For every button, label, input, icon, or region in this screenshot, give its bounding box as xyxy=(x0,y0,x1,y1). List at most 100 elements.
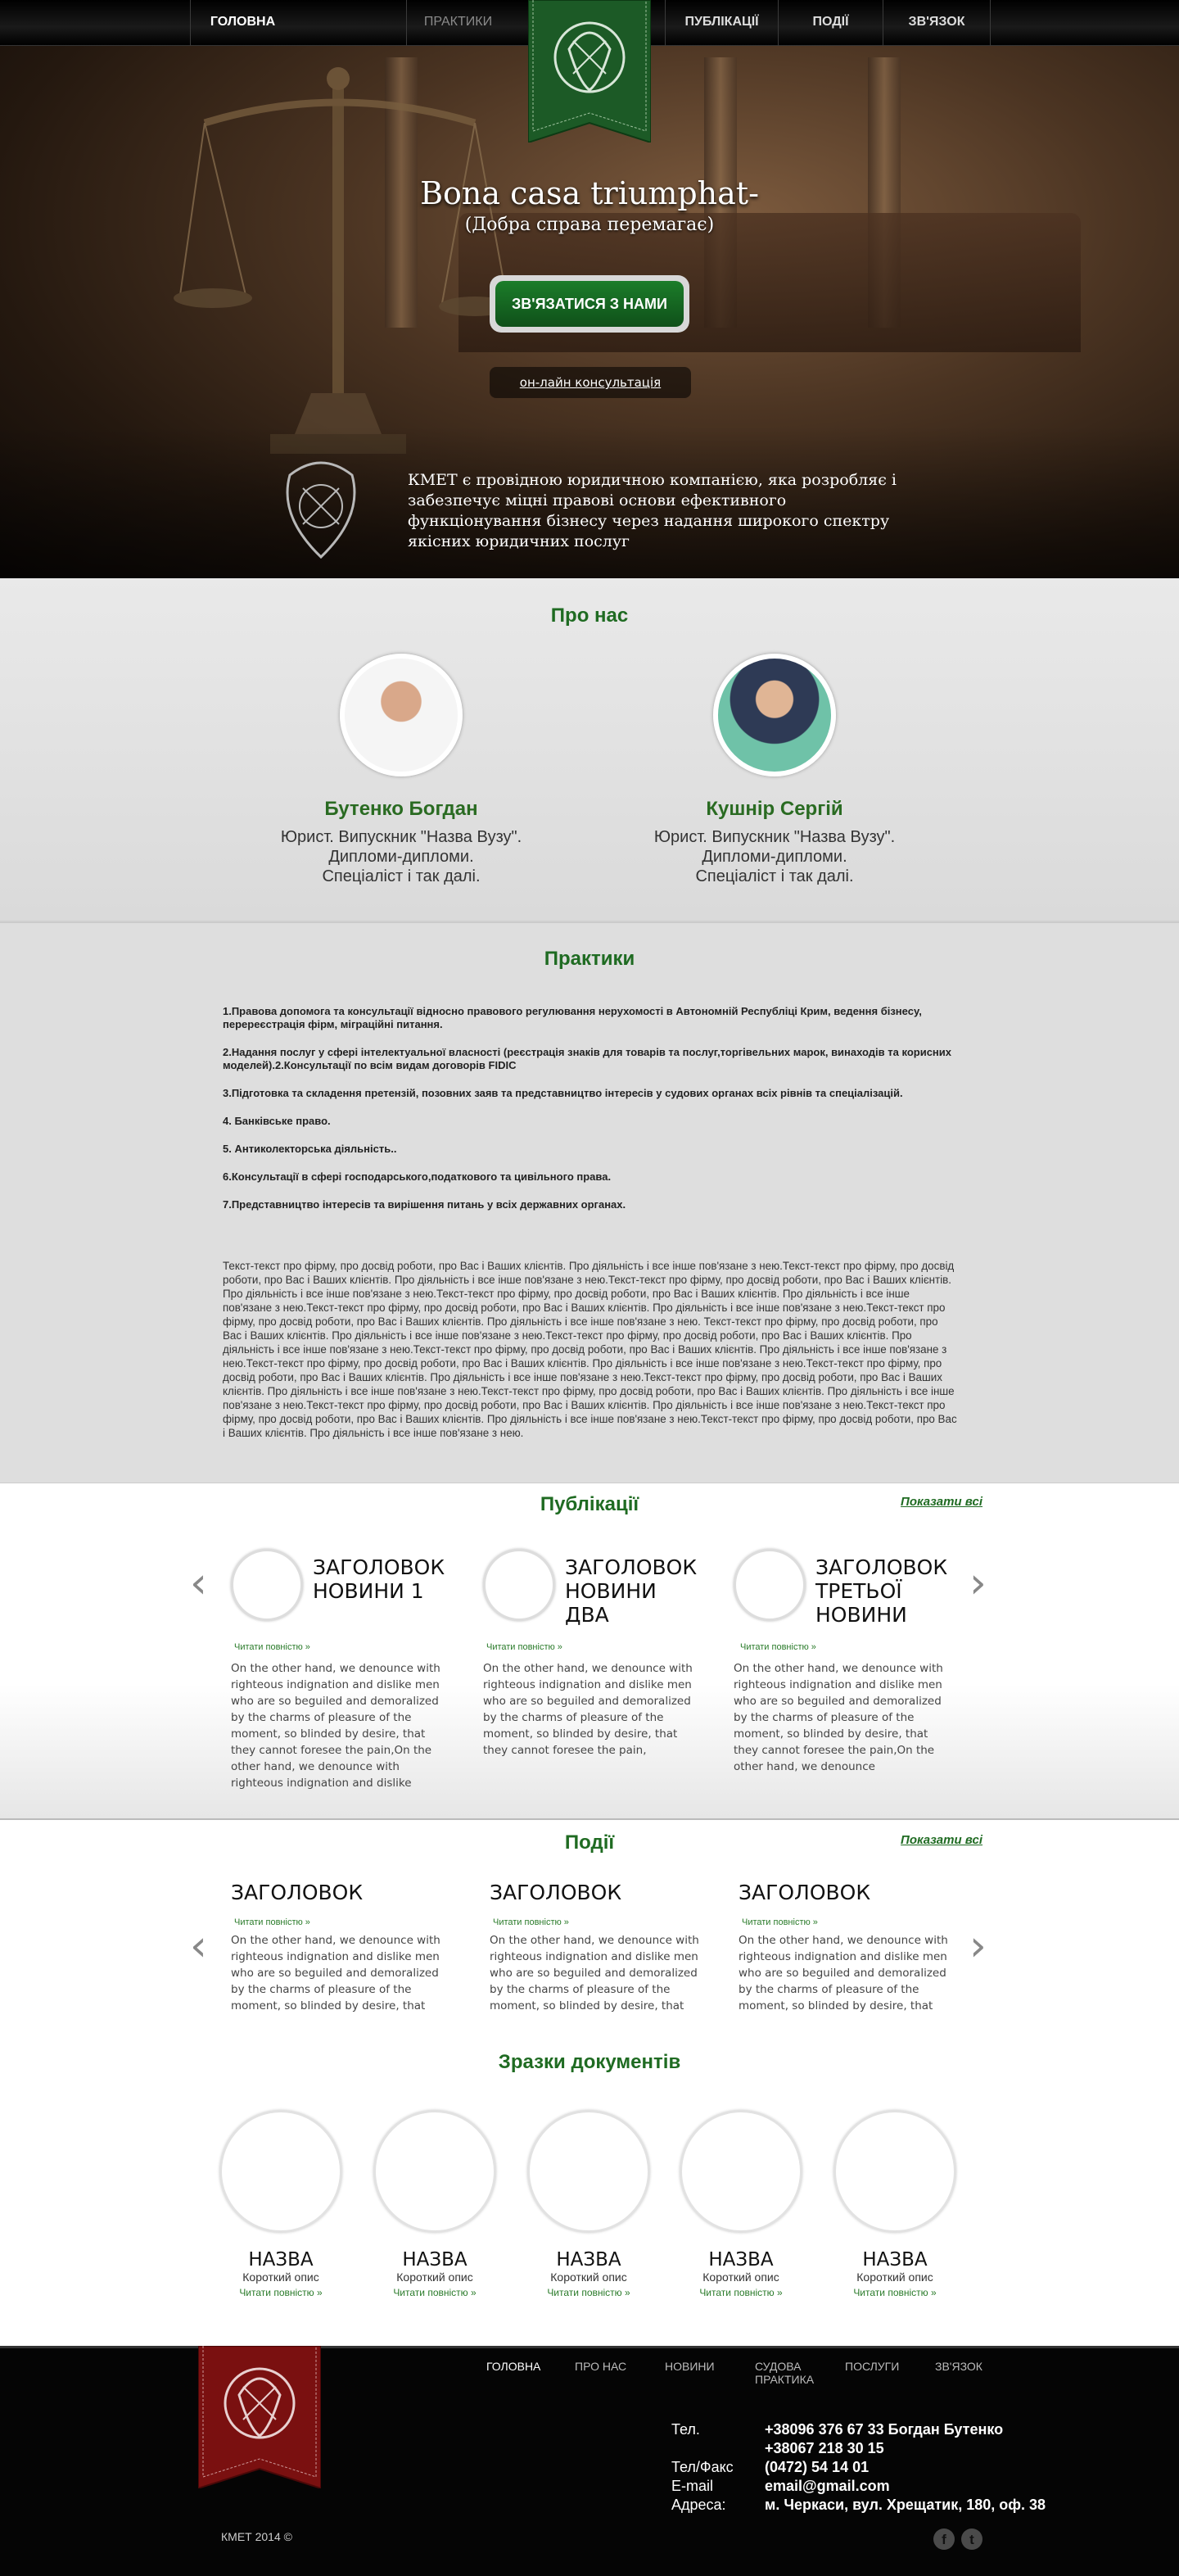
team-member-card: Кушнір Сергій Юрист. Випускник "Назва Ву… xyxy=(586,654,963,886)
document-card: НАЗВА Короткий опис Читати повністю » xyxy=(219,2110,342,2298)
document-description: Короткий опис xyxy=(396,2270,473,2284)
publication-text: On the other hand, we denounce with righ… xyxy=(483,1662,693,1757)
document-description: Короткий опис xyxy=(702,2270,779,2284)
email-link[interactable]: email@gmail.com xyxy=(765,2477,1179,2496)
footer-link-about[interactable]: ПРО НАС xyxy=(575,2360,626,2373)
event-text: On the other hand, we denounce with righ… xyxy=(231,1934,440,2012)
read-more-link[interactable]: Читати повністю » xyxy=(493,1917,711,1927)
document-card: НАЗВА Короткий опис Читати повністю » xyxy=(373,2110,496,2298)
footer-link-services[interactable]: ПОСЛУГИ xyxy=(845,2360,899,2373)
read-more-link[interactable]: Читати повністю » xyxy=(219,2287,342,2298)
publication-title[interactable]: ЗАГОЛОВОК НОВИНИ ДВА xyxy=(565,1555,704,1627)
footer-link-contact[interactable]: ЗВ'ЯЗОК xyxy=(935,2360,982,2373)
phone-number[interactable]: +38096 376 67 33 Богдан Бутенко xyxy=(765,2420,1179,2439)
chevron-left-icon[interactable]: ‹ xyxy=(190,1559,207,1608)
footer-link-label: ПРАКТИКА xyxy=(755,2373,815,2386)
publication-card: ЗАГОЛОВОК ТРЕТЬОЇ НОВИНИ Читати повністю… xyxy=(734,1549,955,1775)
read-more-link[interactable]: Читати повністю » xyxy=(833,2287,956,2298)
chevron-right-icon[interactable]: › xyxy=(969,1559,987,1608)
online-consultation-link[interactable]: он-лайн консультація xyxy=(490,367,691,398)
footer-logo-crest-badge[interactable] xyxy=(198,2346,321,2488)
document-description: Короткий опис xyxy=(856,2270,933,2284)
event-title[interactable]: ЗАГОЛОВОК xyxy=(739,1881,960,1904)
event-card: ЗАГОЛОВОК Читати повністю » On the other… xyxy=(490,1881,711,2014)
logo-crest-badge[interactable] xyxy=(528,0,651,143)
document-name: НАЗВА xyxy=(248,2249,314,2270)
team-member-description: Юрист. Випускник "Назва Вузу". Дипломи-д… xyxy=(586,827,963,886)
document-name: НАЗВА xyxy=(556,2249,621,2270)
about-title: Про нас xyxy=(550,604,629,627)
team-member-name: Бутенко Богдан xyxy=(324,798,478,820)
read-more-link[interactable]: Читати повністю » xyxy=(234,1642,452,1652)
chevron-right-icon[interactable]: › xyxy=(969,1922,987,1971)
fax-number: (0472) 54 14 01 xyxy=(765,2459,870,2475)
read-more-link[interactable]: Читати повністю » xyxy=(234,1917,452,1927)
hero-motto-translation: (Добра справа перемагає) xyxy=(464,215,715,235)
hero-motto: Bona casa triumphat- xyxy=(420,175,759,211)
document-thumbnail[interactable] xyxy=(527,2110,650,2233)
nav-item-contact[interactable]: ЗВ'ЯЗОК xyxy=(883,0,991,46)
document-name: НАЗВА xyxy=(708,2249,774,2270)
read-more-link[interactable]: Читати повністю » xyxy=(740,1642,955,1652)
publication-thumbnail xyxy=(483,1549,555,1621)
nav-item-practices[interactable]: ПРАКТИКИ xyxy=(406,0,509,46)
practices-text: Текст-текст про фірму, про досвід роботи… xyxy=(223,1260,957,1439)
event-text: On the other hand, we denounce with righ… xyxy=(739,1934,948,2012)
show-all-events-link[interactable]: Показати всі xyxy=(901,1833,982,1847)
nav-item-home[interactable]: ГОЛОВНА xyxy=(190,0,295,46)
publication-card: ЗАГОЛОВОК НОВИНИ 1 Читати повністю » On … xyxy=(231,1549,452,1791)
footer-link-court-practice[interactable]: СУДОВА ПРАКТИКА xyxy=(755,2360,814,2386)
read-more-link[interactable]: Читати повністю » xyxy=(742,1917,960,1927)
nav-item-events[interactable]: ПОДІЇ xyxy=(778,0,883,46)
phone-number[interactable]: +38067 218 30 15 xyxy=(765,2439,1179,2458)
phone-label: Тел. xyxy=(671,2421,700,2438)
event-text: On the other hand, we denounce with righ… xyxy=(490,1934,699,2012)
document-thumbnail[interactable] xyxy=(373,2110,496,2233)
fax-label: Тел/Факс xyxy=(671,2459,734,2475)
hero-section: ГОЛОВНА ПРАКТИКИ ПУБЛІКАЦІЇ ПОДІЇ ЗВ'ЯЗО… xyxy=(0,0,1179,578)
practices-title: Практики xyxy=(544,948,635,970)
footer: ГОЛОВНА ПРО НАС НОВИНИ СУДОВА ПРАКТИКА П… xyxy=(0,2346,1179,2576)
publication-card: ЗАГОЛОВОК НОВИНИ ДВА Читати повністю » O… xyxy=(483,1549,704,1759)
document-card: НАЗВА Короткий опис Читати повністю » xyxy=(680,2110,802,2298)
team-member-card: Бутенко Богдан Юрист. Випускник "Назва В… xyxy=(213,654,590,886)
contact-us-button[interactable]: ЗВ'ЯЗАТИСЯ З НАМИ xyxy=(490,275,689,333)
practice-item: 4. Банківське право. xyxy=(223,1115,331,1127)
publication-title[interactable]: ЗАГОЛОВОК НОВИНИ 1 xyxy=(313,1555,452,1603)
scales-of-justice-image xyxy=(174,67,511,454)
document-thumbnail[interactable] xyxy=(219,2110,342,2233)
document-thumbnail[interactable] xyxy=(833,2110,956,2233)
twitter-icon[interactable]: t xyxy=(961,2528,982,2550)
footer-link-news[interactable]: НОВИНИ xyxy=(665,2360,715,2373)
events-section: Події Показати всі ‹ › ЗАГОЛОВОК Читати … xyxy=(0,1820,1179,2346)
document-name: НАЗВА xyxy=(402,2249,468,2270)
event-title[interactable]: ЗАГОЛОВОК xyxy=(231,1881,452,1904)
read-more-link[interactable]: Читати повністю » xyxy=(486,1642,704,1652)
chevron-left-icon[interactable]: ‹ xyxy=(190,1922,207,1971)
event-title[interactable]: ЗАГОЛОВОК xyxy=(490,1881,711,1904)
events-title: Події xyxy=(564,1831,615,1854)
practice-item: 7.Представництво інтересів та вирішення … xyxy=(223,1198,626,1211)
read-more-link[interactable]: Читати повністю » xyxy=(680,2287,802,2298)
address-value: м. Черкаси, вул. Хрещатик, 180, оф. 38 xyxy=(765,2497,1046,2513)
document-description: Короткий опис xyxy=(242,2270,319,2284)
footer-link-home[interactable]: ГОЛОВНА xyxy=(486,2360,540,2373)
publication-text: On the other hand, we denounce with righ… xyxy=(231,1662,440,1790)
nav-item-publications[interactable]: ПУБЛІКАЦІЇ xyxy=(665,0,778,46)
practice-item: 6.Консультації в сфері господарського,по… xyxy=(223,1170,612,1183)
practices-section: Практики 1.Правова допомога та консульта… xyxy=(0,922,1179,1483)
documents-title: Зразки документів xyxy=(498,2051,681,2073)
practice-item: 2.Надання послуг у сфері інтелектуальної… xyxy=(223,1046,951,1071)
facebook-icon[interactable]: f xyxy=(933,2528,955,2550)
avatar xyxy=(340,654,463,776)
read-more-link[interactable]: Читати повністю » xyxy=(373,2287,496,2298)
publication-title[interactable]: ЗАГОЛОВОК ТРЕТЬОЇ НОВИНИ xyxy=(815,1555,955,1627)
contact-us-button-label: ЗВ'ЯЗАТИСЯ З НАМИ xyxy=(495,281,684,327)
show-all-publications-link[interactable]: Показати всі xyxy=(901,1495,982,1509)
document-name: НАЗВА xyxy=(862,2249,928,2270)
company-description: КМЕТ є провідною юридичною компанією, як… xyxy=(408,471,897,550)
footer-link-label: СУДОВА xyxy=(755,2360,802,2373)
about-section: Про нас Бутенко Богдан Юрист. Випускник … xyxy=(0,578,1179,922)
read-more-link[interactable]: Читати повністю » xyxy=(527,2287,650,2298)
document-thumbnail[interactable] xyxy=(680,2110,802,2233)
